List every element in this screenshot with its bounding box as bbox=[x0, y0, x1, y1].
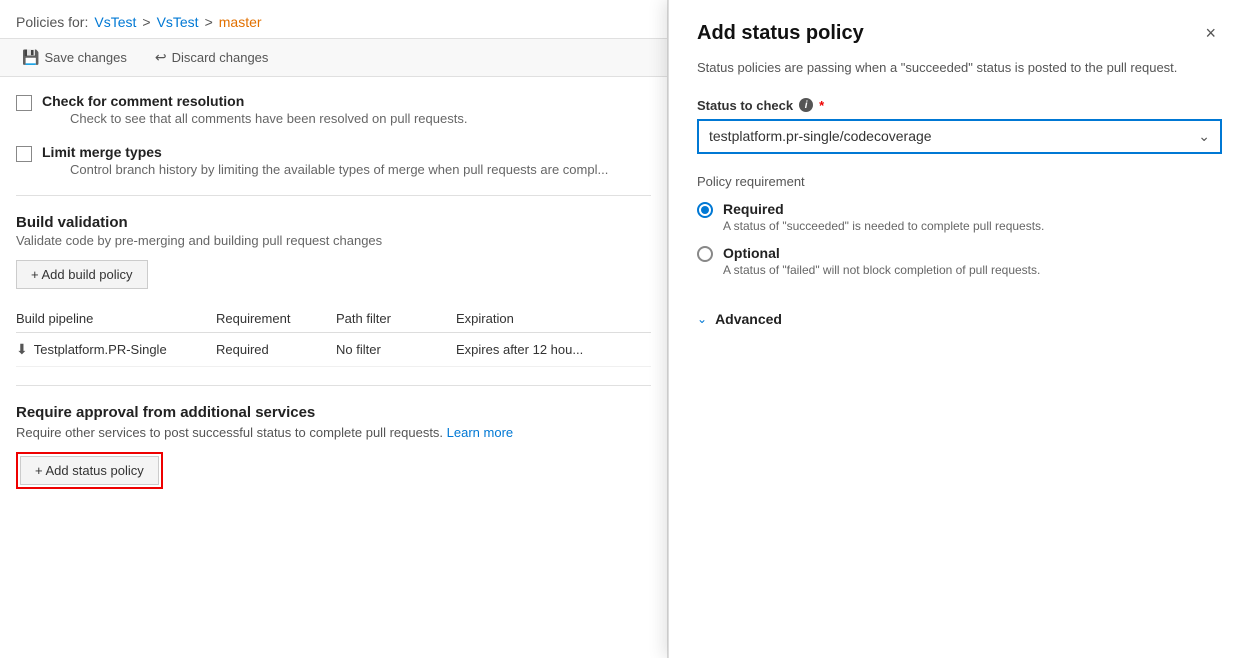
left-panel: Policies for: VsTest > VsTest > master 💾… bbox=[0, 0, 668, 658]
breadcrumb-sep2: > bbox=[205, 14, 213, 30]
approval-desc-text: Require other services to post successfu… bbox=[16, 425, 447, 440]
approval-desc: Require other services to post successfu… bbox=[16, 425, 651, 440]
optional-radio-option[interactable]: Optional A status of "failed" will not b… bbox=[697, 245, 1222, 277]
path-filter-cell: No filter bbox=[336, 342, 456, 357]
close-icon: × bbox=[1205, 23, 1216, 43]
modal-title: Add status policy bbox=[697, 22, 864, 45]
save-changes-button[interactable]: 💾 Save changes bbox=[16, 45, 133, 70]
comment-resolution-desc: Check to see that all comments have been… bbox=[70, 111, 467, 126]
build-validation-heading: Build validation bbox=[16, 214, 651, 231]
limit-merge-checkbox[interactable] bbox=[16, 146, 32, 162]
save-icon: 💾 bbox=[22, 49, 39, 66]
status-to-check-label: Status to check i * bbox=[697, 98, 1222, 113]
modal-header: Add status policy × bbox=[697, 20, 1222, 46]
breadcrumb-branch: master bbox=[219, 14, 262, 30]
status-to-check-value: testplatform.pr-single/codecoverage bbox=[709, 128, 932, 144]
col-expiration: Expiration bbox=[456, 311, 636, 326]
breadcrumb-project[interactable]: VsTest bbox=[157, 14, 199, 30]
optional-option-label: Optional bbox=[723, 245, 1040, 261]
discard-changes-button[interactable]: ↩ Discard changes bbox=[149, 45, 275, 70]
add-status-btn-wrapper: + Add status policy bbox=[16, 452, 163, 489]
build-table-header: Build pipeline Requirement Path filter E… bbox=[16, 305, 651, 333]
chevron-down-icon: ⌄ bbox=[1198, 128, 1210, 145]
limit-merge-desc: Control branch history by limiting the a… bbox=[70, 162, 608, 177]
learn-more-link[interactable]: Learn more bbox=[447, 425, 513, 440]
required-option-content: Required A status of "succeeded" is need… bbox=[723, 201, 1044, 233]
save-changes-label: Save changes bbox=[44, 50, 126, 65]
required-option-label: Required bbox=[723, 201, 1044, 217]
status-to-check-select[interactable]: testplatform.pr-single/codecoverage ⌄ bbox=[697, 119, 1222, 154]
policies-for-label: Policies for: bbox=[16, 14, 88, 30]
add-status-policy-modal: Add status policy × Status policies are … bbox=[668, 0, 1250, 658]
required-star: * bbox=[819, 98, 824, 113]
discard-icon: ↩ bbox=[155, 49, 167, 66]
policy-requirement-section: Policy requirement Required A status of … bbox=[697, 174, 1222, 289]
toolbar: 💾 Save changes ↩ Discard changes bbox=[0, 39, 667, 77]
requirement-cell: Required bbox=[216, 342, 336, 357]
optional-option-desc: A status of "failed" will not block comp… bbox=[723, 263, 1040, 277]
modal-subtitle: Status policies are passing when a "succ… bbox=[697, 58, 1222, 78]
breadcrumb-sep1: > bbox=[142, 14, 150, 30]
required-radio-button[interactable] bbox=[697, 202, 713, 218]
limit-merge-title: Limit merge types bbox=[42, 144, 608, 160]
col-requirement: Requirement bbox=[216, 311, 336, 326]
pipeline-icon: ⬇ bbox=[16, 341, 28, 358]
advanced-label: Advanced bbox=[715, 311, 782, 327]
build-validation-desc: Validate code by pre-merging and buildin… bbox=[16, 233, 651, 248]
main-content: Check for comment resolution Check to se… bbox=[0, 77, 667, 658]
breadcrumb: Policies for: VsTest > VsTest > master bbox=[16, 14, 651, 30]
table-row[interactable]: ⬇ Testplatform.PR-Single Required No fil… bbox=[16, 333, 651, 367]
add-status-policy-label: + Add status policy bbox=[35, 463, 144, 478]
info-icon: i bbox=[799, 98, 813, 112]
pipeline-name: Testplatform.PR-Single bbox=[34, 342, 167, 357]
add-build-policy-button[interactable]: + Add build policy bbox=[16, 260, 148, 289]
modal-close-button[interactable]: × bbox=[1199, 20, 1222, 46]
add-build-policy-label: + Add build policy bbox=[31, 267, 133, 282]
comment-resolution-title: Check for comment resolution bbox=[42, 93, 467, 109]
col-path-filter: Path filter bbox=[336, 311, 456, 326]
approval-title: Require approval from additional service… bbox=[16, 404, 651, 421]
breadcrumb-org[interactable]: VsTest bbox=[94, 14, 136, 30]
advanced-section[interactable]: ⌄ Advanced bbox=[697, 305, 1222, 333]
pipeline-cell: ⬇ Testplatform.PR-Single bbox=[16, 341, 216, 358]
add-status-policy-button[interactable]: + Add status policy bbox=[20, 456, 159, 485]
limit-merge-item: Limit merge types Control branch history… bbox=[16, 144, 651, 177]
required-radio-option[interactable]: Required A status of "succeeded" is need… bbox=[697, 201, 1222, 233]
expiration-cell: Expires after 12 hou... bbox=[456, 342, 636, 357]
approval-section: Require approval from additional service… bbox=[16, 404, 651, 489]
discard-changes-label: Discard changes bbox=[172, 50, 269, 65]
status-label-text: Status to check bbox=[697, 98, 793, 113]
col-pipeline: Build pipeline bbox=[16, 311, 216, 326]
policy-requirement-label: Policy requirement bbox=[697, 174, 1222, 189]
optional-option-content: Optional A status of "failed" will not b… bbox=[723, 245, 1040, 277]
advanced-chevron-icon: ⌄ bbox=[697, 312, 707, 326]
required-option-desc: A status of "succeeded" is needed to com… bbox=[723, 219, 1044, 233]
breadcrumb-bar: Policies for: VsTest > VsTest > master bbox=[0, 0, 667, 39]
optional-radio-button[interactable] bbox=[697, 246, 713, 262]
build-validation-section: Build validation Validate code by pre-me… bbox=[16, 214, 651, 367]
comment-resolution-item: Check for comment resolution Check to se… bbox=[16, 93, 651, 126]
comment-resolution-checkbox[interactable] bbox=[16, 95, 32, 111]
